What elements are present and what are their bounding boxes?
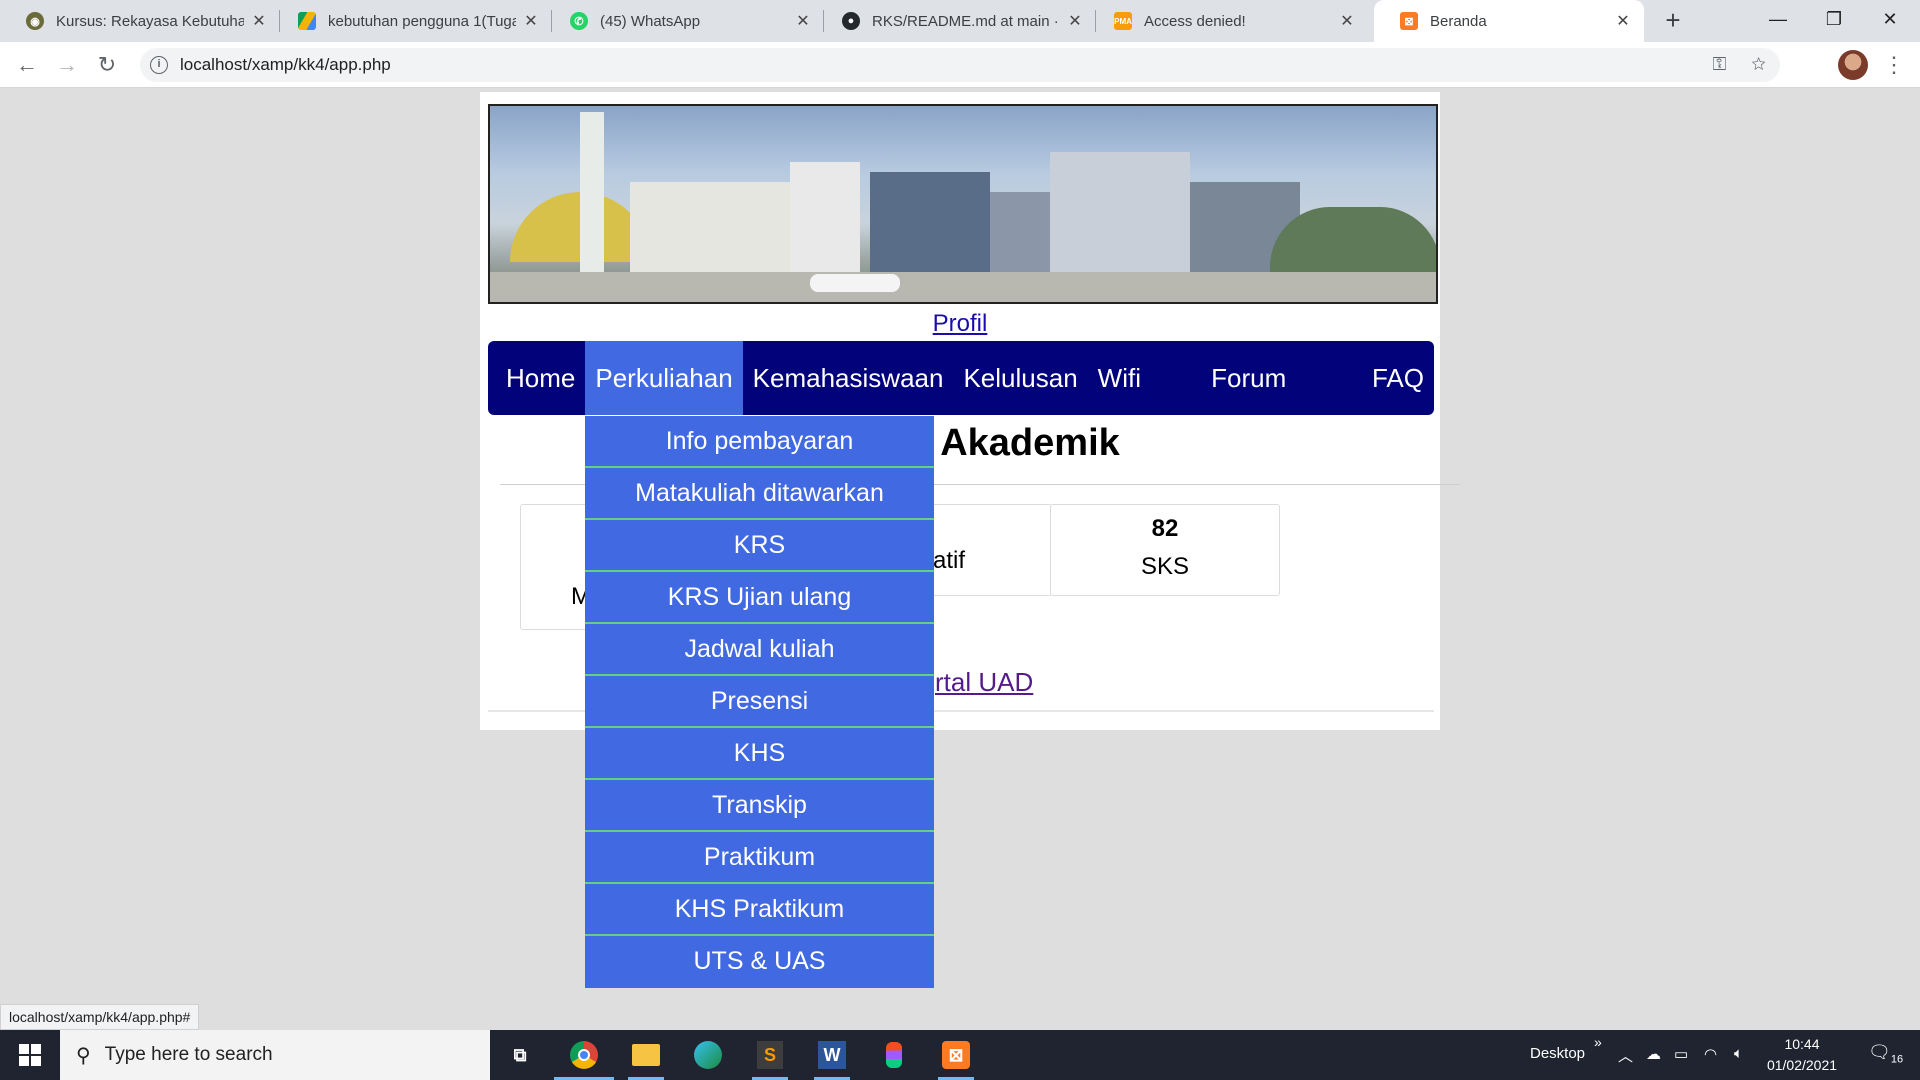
- onedrive-cloud-icon[interactable]: ☁: [1646, 1045, 1661, 1063]
- url-text[interactable]: localhost/xamp/kk4/app.php: [180, 55, 391, 75]
- notification-count: 16: [1890, 1053, 1904, 1066]
- nav-kemahasiswaan[interactable]: Kemahasiswaan: [743, 341, 954, 415]
- notifications-icon[interactable]: 🗨︎16: [1868, 1042, 1903, 1066]
- stat-box-2: atif: [920, 504, 1052, 596]
- tab-whatsapp[interactable]: ✆ (45) WhatsApp ✕: [544, 0, 824, 42]
- file-explorer-icon[interactable]: [626, 1035, 666, 1075]
- close-icon[interactable]: ✕: [250, 11, 268, 31]
- perkuliahan-dropdown: Info pembayaran Matakuliah ditawarkan KR…: [585, 416, 934, 988]
- figma-icon[interactable]: [874, 1035, 914, 1075]
- menu-item-krs-ujian-ulang[interactable]: KRS Ujian ulang: [585, 572, 934, 624]
- menu-kebab-icon[interactable]: ⋮: [1882, 50, 1906, 80]
- nav-kelulusan[interactable]: Kelulusan: [953, 341, 1087, 415]
- tab-access-denied[interactable]: PMA Access denied! ✕: [1088, 0, 1368, 42]
- key-icon[interactable]: ⚿: [1713, 54, 1727, 74]
- nav-wifi-mhs[interactable]: Wifi Mhs: [1088, 341, 1201, 467]
- wifi-icon[interactable]: ◠: [1704, 1045, 1717, 1063]
- search-icon: ⚲: [76, 1044, 91, 1067]
- menu-item-matakuliah-ditawarkan[interactable]: Matakuliah ditawarkan: [585, 468, 934, 520]
- clock-date: 01/02/2021: [1766, 1057, 1838, 1073]
- chevron-up-icon[interactable]: ︿: [1618, 1045, 1633, 1066]
- windows-taskbar: ⚲ Type here to search ⧉ S W ⊠ Desktop » …: [0, 1030, 1920, 1080]
- bookmark-star-icon[interactable]: ☆: [1751, 54, 1766, 74]
- task-view-icon[interactable]: ⧉: [500, 1035, 540, 1075]
- tab-title: Beranda: [1430, 12, 1487, 30]
- edge-icon[interactable]: [688, 1035, 728, 1075]
- tab-title: Kursus: Rekayasa Kebutuhan: [56, 12, 244, 30]
- close-icon[interactable]: ✕: [522, 11, 540, 31]
- forward-button[interactable]: →: [52, 50, 82, 80]
- browser-toolbar: ← → ↻ i localhost/xamp/kk4/app.php ⚿ ☆ ⋮: [0, 42, 1920, 88]
- tab-title: Access denied!: [1144, 12, 1246, 30]
- clock-time: 10:44: [1784, 1036, 1820, 1052]
- menu-item-krs[interactable]: KRS: [585, 520, 934, 572]
- tab-github[interactable]: ● RKS/README.md at main · ar ✕: [816, 0, 1096, 42]
- restore-button[interactable]: ❐: [1806, 0, 1862, 40]
- nav-home[interactable]: Home: [496, 341, 585, 415]
- close-window-button[interactable]: ✕: [1862, 0, 1918, 40]
- xampp-taskbar-icon[interactable]: ⊠: [936, 1035, 976, 1075]
- info-icon[interactable]: i: [150, 56, 168, 74]
- volume-icon[interactable]: 🔈︎: [1734, 1045, 1743, 1062]
- menu-item-info-pembayaran[interactable]: Info pembayaran: [585, 416, 934, 468]
- nav-perkuliahan[interactable]: Perkuliahan: [585, 341, 743, 415]
- menu-item-khs[interactable]: KHS: [585, 728, 934, 780]
- nav-forum-portal[interactable]: Forum Portal: [1201, 341, 1362, 467]
- google-drive-icon: [298, 12, 316, 30]
- tab-beranda[interactable]: ⊠ Beranda ✕: [1374, 0, 1644, 42]
- menu-item-khs-praktikum[interactable]: KHS Praktikum: [585, 884, 934, 936]
- menu-item-transkip[interactable]: Transkip: [585, 780, 934, 832]
- sks-label: SKS: [1140, 553, 1190, 580]
- status-bar-url: localhost/xamp/kk4/app.php#: [0, 1004, 200, 1030]
- reload-button[interactable]: ↻: [92, 50, 122, 80]
- sublime-text-icon[interactable]: S: [750, 1035, 790, 1075]
- tab-title: kebutuhan pengguna 1(Tugas: [328, 12, 516, 30]
- moodle-icon: ◉: [26, 12, 44, 30]
- whatsapp-icon: ✆: [570, 12, 588, 30]
- tab-title: RKS/README.md at main · ar: [872, 12, 1060, 30]
- address-bar[interactable]: i localhost/xamp/kk4/app.php ⚿ ☆: [140, 48, 1780, 82]
- search-placeholder: Type here to search: [104, 1044, 273, 1065]
- profil-link[interactable]: Profil: [480, 310, 1440, 338]
- clock[interactable]: 10:44 01/02/2021: [1762, 1034, 1842, 1076]
- taskbar-search[interactable]: ⚲ Type here to search: [60, 1030, 490, 1080]
- new-tab-button[interactable]: +: [1656, 4, 1690, 38]
- close-icon[interactable]: ✕: [1338, 11, 1356, 31]
- stat-box-2-label: atif: [933, 547, 966, 574]
- nav-faq[interactable]: FAQ: [1362, 341, 1434, 415]
- tab-strip: ◉ Kursus: Rekayasa Kebutuhan ✕ kebutuhan…: [0, 0, 1920, 42]
- github-icon: ●: [842, 12, 860, 30]
- menu-item-presensi[interactable]: Presensi: [585, 676, 934, 728]
- battery-icon[interactable]: ▭: [1674, 1045, 1688, 1063]
- tab-kursus[interactable]: ◉ Kursus: Rekayasa Kebutuhan ✕: [0, 0, 280, 42]
- xampp-icon: ⊠: [1400, 12, 1418, 30]
- menu-item-jadwal-kuliah[interactable]: Jadwal kuliah: [585, 624, 934, 676]
- minimize-button[interactable]: —: [1750, 0, 1806, 40]
- stat-box-sks: 82 SKS: [1050, 504, 1280, 596]
- chrome-icon[interactable]: [564, 1035, 604, 1075]
- close-icon[interactable]: ✕: [1066, 11, 1084, 31]
- phpmyadmin-icon: PMA: [1114, 12, 1132, 30]
- sks-value: 82: [1151, 515, 1179, 542]
- close-icon[interactable]: ✕: [1614, 11, 1632, 31]
- section-title-text: Akademik: [940, 422, 1120, 464]
- close-icon[interactable]: ✕: [794, 11, 812, 31]
- menu-item-uts-uas[interactable]: UTS & UAS: [585, 936, 934, 988]
- main-navbar: Home Perkuliahan Kemahasiswaan Kelulusan…: [488, 341, 1434, 467]
- omnibox-actions: ⚿ ☆: [1713, 54, 1766, 75]
- tab-title: (45) WhatsApp: [600, 12, 701, 30]
- chevron-double-right-icon[interactable]: »: [1594, 1034, 1602, 1050]
- campus-banner-image: [488, 104, 1438, 304]
- menu-item-praktikum[interactable]: Praktikum: [585, 832, 934, 884]
- back-button[interactable]: ←: [12, 50, 42, 80]
- portal-uad-link[interactable]: rtal UAD: [935, 667, 1033, 698]
- desktop-toolbar-label[interactable]: Desktop: [1530, 1045, 1585, 1062]
- tab-drive[interactable]: kebutuhan pengguna 1(Tugas ✕: [272, 0, 552, 42]
- windows-start-icon[interactable]: [0, 1030, 60, 1080]
- word-icon[interactable]: W: [812, 1035, 852, 1075]
- profile-avatar[interactable]: [1838, 50, 1868, 80]
